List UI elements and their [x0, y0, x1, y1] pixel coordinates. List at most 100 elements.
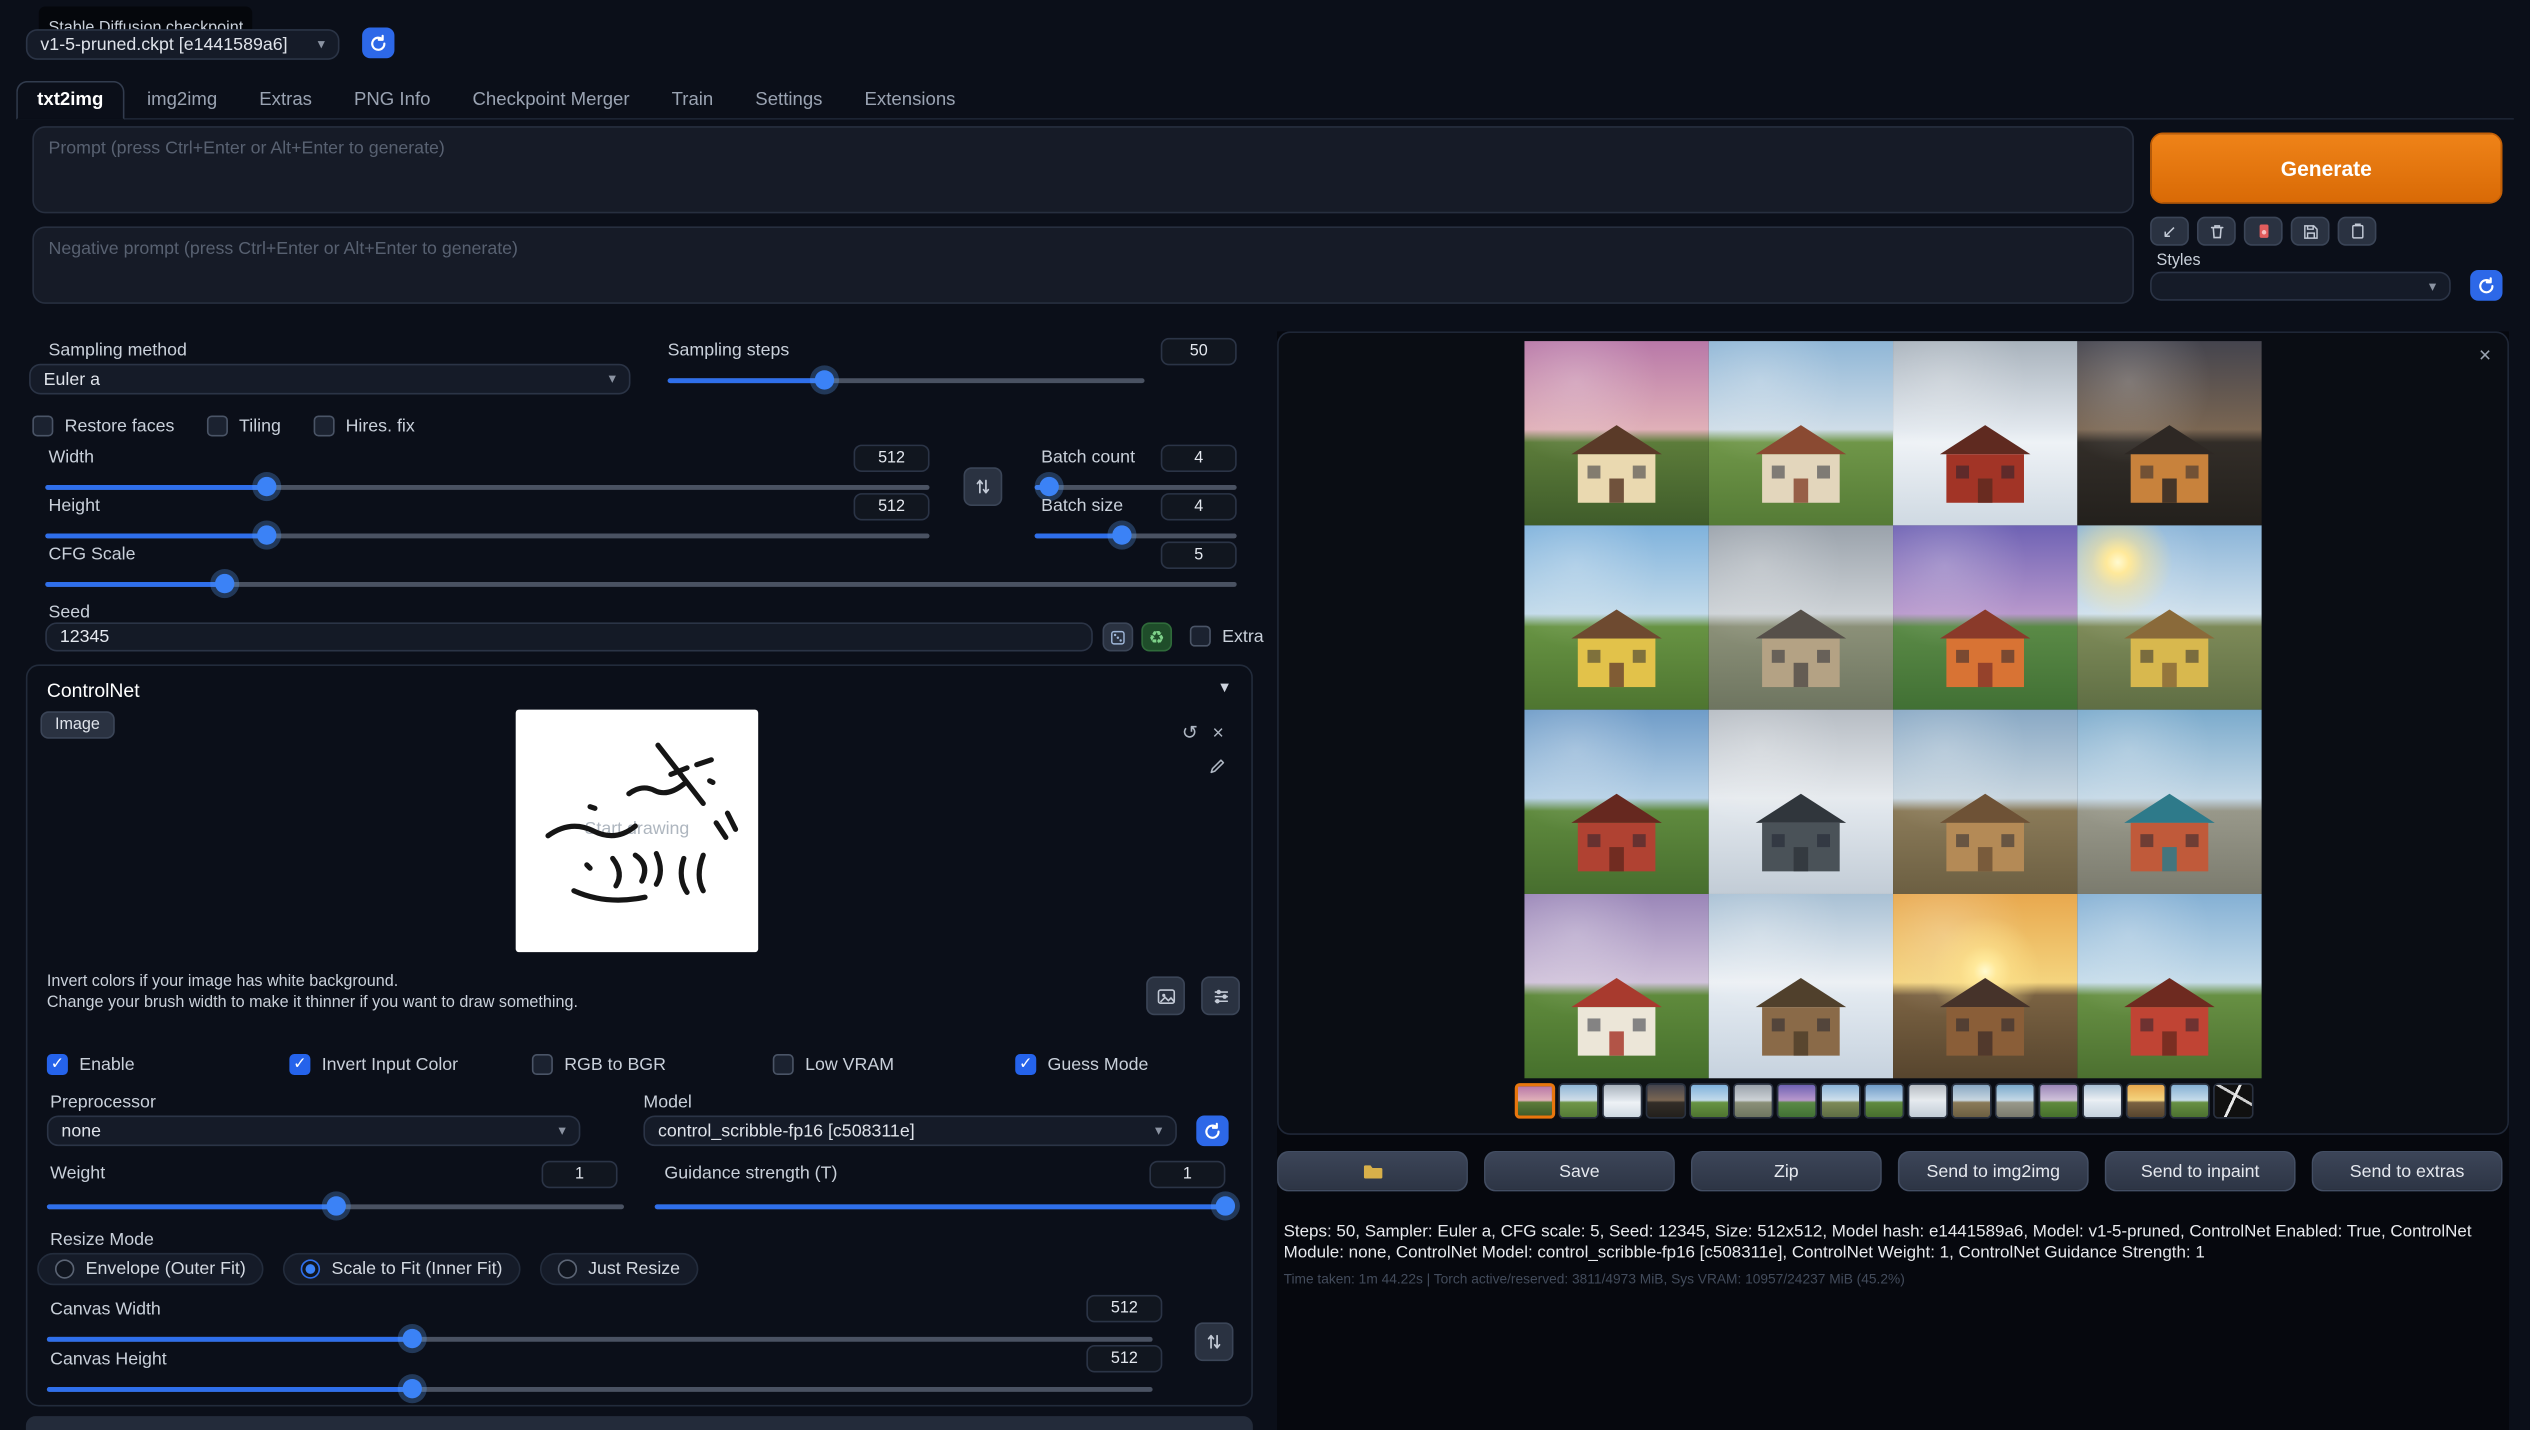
thumbnail-16[interactable]	[2169, 1083, 2209, 1119]
rgb-to-bgr-checkbox[interactable]	[532, 1054, 553, 1075]
close-icon[interactable]: ×	[2479, 343, 2491, 367]
tab-png-info[interactable]: PNG Info	[335, 82, 450, 118]
refresh-checkpoint-button[interactable]	[362, 27, 394, 58]
gallery-image-14[interactable]	[1709, 894, 1893, 1078]
model-dropdown[interactable]: control_scribble-fp16 [c508311e] ▾	[643, 1115, 1176, 1146]
send-to-extras-button[interactable]: Send to extras	[2312, 1151, 2503, 1191]
guess-mode-checkbox[interactable]: ✓	[1015, 1054, 1036, 1075]
extra-seed-checkbox[interactable]	[1190, 626, 1211, 647]
prompt-input[interactable]	[32, 126, 2134, 213]
resize-scale-to-fit-radio[interactable]: Scale to Fit (Inner Fit)	[283, 1253, 520, 1285]
batch-size-value[interactable]: 4	[1161, 493, 1237, 520]
send-to-inpaint-button[interactable]: Send to inpaint	[2105, 1151, 2296, 1191]
seed-input[interactable]: 12345	[45, 622, 1093, 651]
controlnet-title[interactable]: ControlNet	[47, 679, 140, 702]
tab-train[interactable]: Train	[652, 82, 732, 118]
gallery-image-6[interactable]	[1709, 525, 1893, 709]
image-tab[interactable]: Image	[40, 711, 114, 738]
thumbnail-control-map[interactable]	[2213, 1083, 2253, 1119]
preprocessor-dropdown[interactable]: none ▾	[47, 1115, 580, 1146]
height-value[interactable]: 512	[854, 493, 930, 520]
slider-thumb[interactable]	[257, 525, 276, 544]
gallery-image-15[interactable]	[1893, 894, 2077, 1078]
height-slider[interactable]	[45, 525, 929, 546]
controlnet-canvas[interactable]: Start drawing	[516, 710, 758, 952]
thumbnail-15[interactable]	[2126, 1083, 2166, 1119]
slider-thumb[interactable]	[1216, 1196, 1235, 1215]
sampling-steps-slider[interactable]	[668, 370, 1145, 391]
batch-count-value[interactable]: 4	[1161, 445, 1237, 472]
open-folder-button[interactable]	[1277, 1151, 1468, 1191]
save-style-button[interactable]	[2291, 217, 2330, 246]
slider-thumb[interactable]	[815, 370, 834, 389]
thumbnail-12[interactable]	[1995, 1083, 2035, 1119]
tab-txt2img[interactable]: txt2img	[16, 81, 124, 120]
guidance-strength-slider[interactable]	[655, 1196, 1226, 1217]
canvas-width-slider[interactable]	[47, 1329, 1153, 1350]
thumbnail-3[interactable]	[1602, 1083, 1642, 1119]
thumbnail-6[interactable]	[1733, 1083, 1773, 1119]
canvas-height-value[interactable]: 512	[1086, 1345, 1162, 1372]
slider-thumb[interactable]	[402, 1329, 421, 1348]
brush-width-button[interactable]	[1201, 976, 1240, 1015]
refresh-models-button[interactable]	[1196, 1115, 1228, 1146]
save-button[interactable]: Save	[1484, 1151, 1675, 1191]
random-seed-button[interactable]	[1103, 622, 1134, 651]
tiling-option[interactable]: Tiling	[207, 415, 281, 436]
refresh-styles-button[interactable]	[2470, 270, 2502, 301]
canvas-width-value[interactable]: 512	[1086, 1295, 1162, 1322]
gallery-image-12[interactable]	[2077, 710, 2261, 894]
zip-button[interactable]: Zip	[1691, 1151, 1882, 1191]
thumbnail-9[interactable]	[1864, 1083, 1904, 1119]
sampling-steps-value[interactable]: 50	[1161, 338, 1237, 365]
gallery-image-16[interactable]	[2077, 894, 2261, 1078]
slider-thumb[interactable]	[214, 574, 233, 593]
width-value[interactable]: 512	[854, 445, 930, 472]
tab-checkpoint-merger[interactable]: Checkpoint Merger	[453, 82, 649, 118]
sampling-method-dropdown[interactable]: Euler a ▾	[29, 364, 630, 395]
thumbnail-2[interactable]	[1558, 1083, 1598, 1119]
reuse-seed-button[interactable]: ♻	[1141, 622, 1172, 651]
swap-canvas-dims-button[interactable]	[1195, 1322, 1234, 1361]
gallery-image-7[interactable]	[1893, 525, 2077, 709]
width-slider[interactable]	[45, 477, 929, 498]
negative-prompt-input[interactable]	[32, 226, 2134, 304]
collapse-icon[interactable]: ▼	[1217, 679, 1231, 695]
cfg-scale-slider[interactable]	[45, 574, 1236, 595]
apply-style-button[interactable]	[2338, 217, 2377, 246]
thumbnail-10[interactable]	[1908, 1083, 1948, 1119]
gallery-image-9[interactable]	[1524, 710, 1708, 894]
extra-networks-button[interactable]	[2244, 217, 2283, 246]
weight-value[interactable]: 1	[542, 1161, 618, 1188]
slider-thumb[interactable]	[1039, 477, 1058, 496]
guidance-strength-value[interactable]: 1	[1149, 1161, 1225, 1188]
gallery-image-3[interactable]	[1893, 341, 2077, 525]
gallery-image-11[interactable]	[1893, 710, 2077, 894]
slider-thumb[interactable]	[257, 477, 276, 496]
enable-option[interactable]: ✓ Enable	[47, 1054, 135, 1075]
thumbnail-1[interactable]	[1515, 1083, 1555, 1119]
tab-img2img[interactable]: img2img	[128, 82, 237, 118]
new-canvas-button[interactable]	[1146, 976, 1185, 1015]
resize-just-resize-radio[interactable]: Just Resize	[540, 1253, 698, 1285]
thumbnail-5[interactable]	[1689, 1083, 1729, 1119]
guess-mode-option[interactable]: ✓ Guess Mode	[1015, 1054, 1148, 1075]
script-accordion-partial[interactable]	[26, 1416, 1253, 1430]
tab-settings[interactable]: Settings	[736, 82, 842, 118]
resize-envelope-radio[interactable]: Envelope (Outer Fit)	[37, 1253, 263, 1285]
gallery-image-4[interactable]	[2077, 341, 2261, 525]
brush-icon[interactable]	[1208, 757, 1227, 776]
low-vram-option[interactable]: Low VRAM	[773, 1054, 894, 1075]
gallery-image-1[interactable]	[1524, 341, 1708, 525]
gallery-image-10[interactable]	[1709, 710, 1893, 894]
hires-fix-checkbox[interactable]	[313, 415, 334, 436]
slider-thumb[interactable]	[1112, 525, 1131, 544]
undo-icon[interactable]: ↺	[1182, 721, 1198, 744]
gallery-image-13[interactable]	[1524, 894, 1708, 1078]
tiling-checkbox[interactable]	[207, 415, 228, 436]
thumbnail-4[interactable]	[1646, 1083, 1686, 1119]
invert-input-color-option[interactable]: ✓ Invert Input Color	[289, 1054, 458, 1075]
gallery-image-8[interactable]	[2077, 525, 2261, 709]
extra-seed-option[interactable]: Extra	[1190, 626, 1264, 647]
swap-width-height-button[interactable]	[963, 467, 1002, 506]
